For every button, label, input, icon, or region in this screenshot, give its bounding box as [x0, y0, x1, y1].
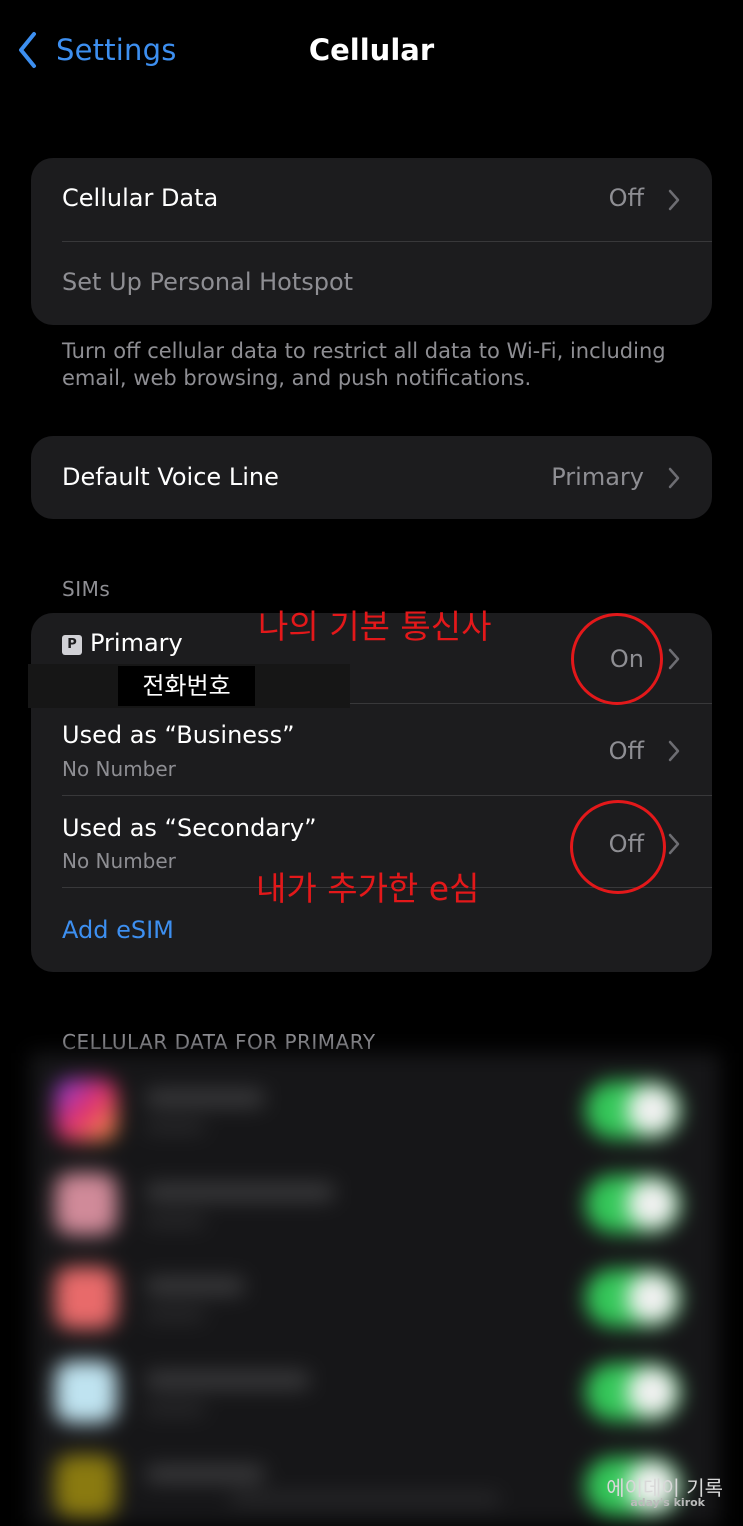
- annotation-added-esim: 내가 추가한 e심: [256, 869, 480, 908]
- sims-section-header: SIMs: [62, 577, 111, 601]
- app-name-blur: [145, 1183, 335, 1201]
- app-icon: [55, 1361, 117, 1423]
- app-cellular-toggle[interactable]: [585, 1175, 681, 1233]
- cellular-data-apps-header: CELLULAR DATA FOR PRIMARY: [62, 1030, 376, 1054]
- chevron-right-icon: [668, 648, 680, 670]
- voice-label: Default Voice Line: [62, 463, 279, 491]
- hotspot-label: Set Up Personal Hotspot: [62, 268, 354, 296]
- add-esim-link[interactable]: Add eSIM: [62, 916, 174, 944]
- app-cellular-toggle[interactable]: [585, 1363, 681, 1421]
- app-list-blurred: [30, 1053, 720, 1526]
- toggle-knob: [627, 1085, 677, 1135]
- sim-primary-label: P Primary: [62, 629, 183, 657]
- sim-secondary-label: Used as “Secondary”: [62, 814, 317, 842]
- personal-hotspot-row: Set Up Personal Hotspot: [31, 242, 712, 325]
- voice-row-inner: Default Voice Line Primary: [31, 436, 712, 519]
- annotation-circle-secondary: [570, 800, 666, 894]
- sim-business-number: No Number: [62, 757, 176, 781]
- page-title: Cellular: [308, 33, 435, 67]
- voice-value: Primary: [551, 463, 644, 491]
- toggle-knob: [627, 1179, 677, 1229]
- app-cellular-toggle[interactable]: [585, 1269, 681, 1327]
- app-icon: [55, 1079, 117, 1141]
- cellular-data-value: Off: [608, 184, 644, 212]
- app-meta-blur: [145, 1215, 205, 1227]
- cellular-data-row[interactable]: Cellular Data Off: [31, 158, 712, 242]
- sim-business-label: Used as “Business”: [62, 721, 295, 749]
- annotation-circle-primary: [571, 613, 663, 705]
- chevron-right-icon: [668, 189, 680, 211]
- app-cellular-toggle[interactable]: [585, 1081, 681, 1139]
- app-name-blur: [145, 1371, 310, 1389]
- sim-business-value: Off: [608, 737, 644, 765]
- app-name-blur: [145, 1089, 265, 1107]
- app-icon: [55, 1173, 117, 1235]
- app-meta-blur: [145, 1121, 205, 1133]
- app-name-blur: [145, 1277, 245, 1295]
- app-name-blur: [145, 1465, 265, 1483]
- default-voice-line-row[interactable]: Default Voice Line Primary: [31, 436, 712, 519]
- app-icon: [55, 1455, 117, 1517]
- chevron-right-icon: [668, 740, 680, 762]
- app-meta-blur: [145, 1403, 205, 1415]
- toggle-knob: [627, 1367, 677, 1417]
- watermark-subtitle: aday's kirok: [630, 1496, 705, 1509]
- app-meta-blur: [145, 1309, 205, 1321]
- chevron-right-icon: [668, 467, 680, 489]
- cellular-data-group: Cellular Data Off Set Up Personal Hotspo…: [31, 158, 712, 325]
- chevron-right-icon: [668, 833, 680, 855]
- sim-primary-text: Primary: [90, 629, 183, 657]
- app-meta-blur: [230, 1493, 500, 1505]
- app-icon: [55, 1267, 117, 1329]
- primary-badge-icon: P: [62, 635, 82, 655]
- phone-number-redaction-label: 전화번호: [118, 666, 255, 706]
- cellular-data-label: Cellular Data: [62, 184, 219, 212]
- sim-secondary-number: No Number: [62, 849, 176, 873]
- cellular-data-footnote: Turn off cellular data to restrict all d…: [62, 339, 666, 390]
- toggle-knob: [627, 1273, 677, 1323]
- annotation-primary-carrier: 나의 기본 통신사: [258, 607, 492, 646]
- sim-business-row[interactable]: Used as “Business” No Number Off: [31, 704, 712, 795]
